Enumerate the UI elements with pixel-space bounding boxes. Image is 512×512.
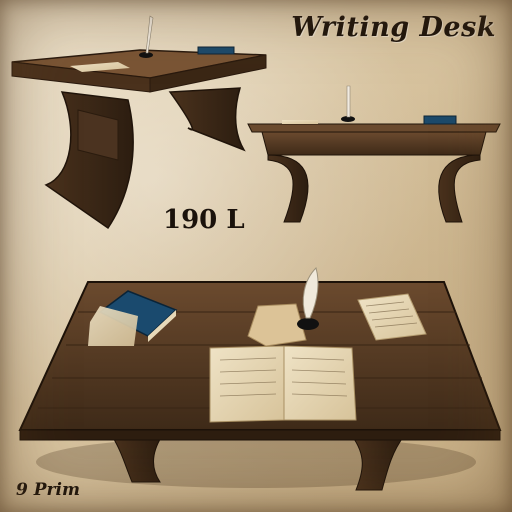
desk-perspective-view [11, 15, 267, 230]
front-desk-apron [261, 131, 487, 156]
quill-icon [346, 85, 351, 118]
book-icon [197, 46, 235, 55]
desk-artwork [11, 15, 502, 491]
front-desk-leg-right [438, 154, 481, 223]
quill-icon [145, 15, 154, 54]
inkwell-icon [297, 318, 319, 330]
paper-sheet-icon [282, 120, 318, 124]
product-poster: Writing Desk 190 L 9 Prim [0, 0, 512, 512]
prim-count: 9 Prim [16, 480, 80, 500]
desk-top-down-view [18, 267, 502, 491]
desk-shadow [36, 436, 476, 488]
product-title: Writing Desk [291, 12, 496, 43]
front-desk-leg-left [267, 154, 309, 223]
bottom-desk-edge [19, 429, 501, 441]
book-icon [423, 115, 457, 125]
desk-front-view [247, 85, 501, 223]
product-price: 190 L [163, 205, 245, 235]
desk-leg-right [168, 87, 246, 152]
front-desk-top [247, 123, 501, 133]
